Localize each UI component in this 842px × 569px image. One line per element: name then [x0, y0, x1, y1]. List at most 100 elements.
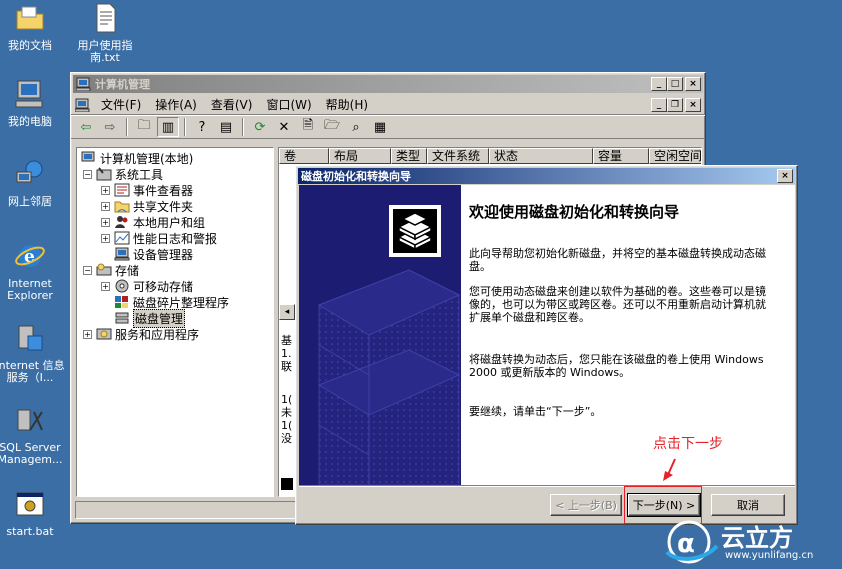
desktop-icon-my-documents[interactable]: 我的文档: [0, 2, 65, 52]
toolbar-separator: [184, 118, 186, 136]
column-header-volume[interactable]: 卷: [279, 148, 329, 164]
search-button[interactable]: ⌕: [345, 117, 367, 137]
tree-item-event-viewer[interactable]: + 事件查看器: [101, 182, 193, 198]
iis-icon: [18, 325, 43, 351]
column-header-layout[interactable]: 布局: [329, 148, 391, 164]
child-close-button[interactable]: ×: [685, 97, 701, 112]
wizard-heading: 欢迎使用磁盘初始化和转换向导: [469, 203, 680, 221]
removable-storage-icon: [115, 279, 129, 293]
tools-icon: [96, 167, 112, 181]
tree-label: 本地用户和组: [133, 215, 206, 230]
tree-pane-icon: ▥: [161, 119, 175, 135]
expand-toggle[interactable]: +: [101, 201, 110, 211]
properties-button[interactable]: 🗎: [297, 117, 319, 137]
desktop-icon-iis[interactable]: Internet 信息服务（I...: [0, 322, 65, 384]
storage-icon: [96, 263, 112, 276]
svg-text:α: α: [677, 529, 695, 559]
properties-icon: 🗎: [302, 118, 314, 133]
tree-item-disk-management[interactable]: 磁盘管理: [114, 308, 186, 328]
tree-item-device-manager[interactable]: 设备管理器: [114, 246, 193, 262]
wizard-titlebar[interactable]: 磁盘初始化和转换向导 ×: [298, 168, 795, 184]
disk-settings-button[interactable]: ▦: [369, 117, 391, 137]
expand-toggle[interactable]: +: [101, 281, 110, 291]
tree-item-root[interactable]: 计算机管理(本地): [81, 150, 193, 166]
maximize-button[interactable]: □: [667, 77, 683, 91]
expand-toggle[interactable]: +: [101, 233, 110, 243]
tree-item-removable-storage[interactable]: + 可移动存储: [101, 278, 193, 294]
close-button[interactable]: ×: [685, 77, 701, 91]
computer-icon: [15, 80, 43, 108]
internet-explorer-icon: e: [15, 245, 45, 267]
defragmenter-icon: [115, 296, 128, 308]
batch-file-icon: [16, 492, 44, 516]
expand-toggle[interactable]: +: [83, 329, 92, 339]
help-button[interactable]: ?: [191, 117, 213, 137]
column-header-free-space[interactable]: 空闲空间: [649, 148, 701, 164]
tree-item-local-users[interactable]: + 本地用户和组: [101, 214, 205, 230]
console-tree-button[interactable]: ▤: [215, 117, 237, 137]
wizard-paragraph-2: 您可使用动态磁盘来创建以软件为基础的卷。这些卷可以是镜像的，也可以为带区或跨区卷…: [469, 285, 766, 324]
desktop-icon-ie[interactable]: e Internet Explorer: [0, 240, 65, 302]
desktop-icon-label: 我的文档: [8, 39, 52, 52]
desktop-icon-label: start.bat: [6, 525, 54, 538]
tree-item-shared-folders[interactable]: + 共享文件夹: [101, 198, 193, 214]
tree-item-system-tools[interactable]: − 系统工具: [83, 166, 163, 182]
desktop-icon-label: Internet 信息服务（I...: [0, 359, 65, 384]
tree-item-performance-logs[interactable]: + 性能日志和警报: [101, 230, 217, 246]
watermark-brand: 云立方: [721, 524, 793, 552]
panel-icon: ▤: [219, 119, 233, 135]
mmc-system-menu-icon[interactable]: [75, 98, 91, 112]
tree-label: 存储: [115, 263, 140, 278]
device-manager-icon: [114, 247, 130, 261]
child-minimize-button[interactable]: _: [651, 97, 667, 112]
column-header-type[interactable]: 类型: [391, 148, 427, 164]
tree-item-services-apps[interactable]: + 服务和应用程序: [83, 326, 199, 342]
mmc-toolbar: ⇦ ⇨ 🗀 ▥ ? ▤ ⟳ ✕ 🗎 🗁 ⌕ ▦: [71, 115, 705, 139]
desktop-icon-start-bat[interactable]: start.bat: [0, 488, 65, 538]
tree-label: 事件查看器: [133, 183, 194, 198]
desktop-icon-sql-server[interactable]: SQL Server Managem...: [0, 404, 65, 466]
scroll-left-button[interactable]: ◂: [279, 304, 295, 320]
minimize-button[interactable]: _: [651, 77, 667, 91]
disk-stack-icon: [393, 209, 437, 253]
network-icon: [16, 160, 43, 183]
wizard-close-button[interactable]: ×: [777, 169, 793, 183]
menu-file[interactable]: 文件(F): [94, 96, 148, 113]
menu-action[interactable]: 操作(A): [148, 96, 204, 113]
menu-window[interactable]: 窗口(W): [259, 96, 318, 113]
refresh-button[interactable]: ⟳: [249, 117, 271, 137]
up-level-button[interactable]: 🗀: [133, 117, 155, 137]
collapse-toggle[interactable]: −: [83, 169, 92, 179]
expand-toggle[interactable]: +: [101, 217, 110, 227]
back-button[interactable]: ⇦: [75, 117, 97, 137]
tree-item-storage[interactable]: − 存储: [83, 262, 139, 278]
menu-view[interactable]: 查看(V): [204, 96, 260, 113]
desktop-icon-label: 网上邻居: [8, 195, 52, 208]
expand-toggle[interactable]: +: [101, 185, 110, 195]
desktop-icon-label: 用户使用指南.txt: [77, 39, 133, 64]
menu-help[interactable]: 帮助(H): [319, 96, 375, 113]
forward-button[interactable]: ⇨: [99, 117, 121, 137]
column-header-filesystem[interactable]: 文件系统: [427, 148, 489, 164]
back-button[interactable]: < 上一步(B): [550, 494, 622, 516]
delete-x-icon: ✕: [278, 119, 290, 135]
open-button[interactable]: 🗁: [321, 117, 343, 137]
mmc-titlebar[interactable]: 计算机管理 _ □ ×: [73, 75, 703, 93]
wizard-paragraph-3: 将磁盘转换为动态后，您只能在该磁盘的卷上使用 Windows 2000 或更新版…: [469, 353, 764, 379]
column-header-capacity[interactable]: 容量: [593, 148, 649, 164]
event-viewer-icon: [114, 183, 130, 197]
collapse-toggle[interactable]: −: [83, 265, 92, 275]
shared-folder-icon: [114, 201, 130, 213]
wizard-title: 磁盘初始化和转换向导: [301, 170, 411, 183]
tree-label: 服务和应用程序: [115, 327, 200, 342]
delete-button[interactable]: ✕: [273, 117, 295, 137]
column-header-status[interactable]: 状态: [489, 148, 593, 164]
watermark: α 云立方 www.yunlifang.cn: [655, 512, 835, 566]
wizard-content: 欢迎使用磁盘初始化和转换向导 此向导帮助您初始化新磁盘，并将空的基本磁盘转换成动…: [461, 185, 795, 485]
desktop-icon-network[interactable]: 网上邻居: [0, 158, 65, 208]
desktop-icon-my-computer[interactable]: 我的电脑: [0, 78, 65, 128]
show-hide-tree-button[interactable]: ▥: [157, 117, 179, 137]
watermark-logo-icon: α: [665, 520, 719, 564]
child-restore-button[interactable]: ❐: [667, 97, 683, 112]
desktop-icon-user-guide[interactable]: 用户使用指南.txt: [70, 2, 140, 64]
